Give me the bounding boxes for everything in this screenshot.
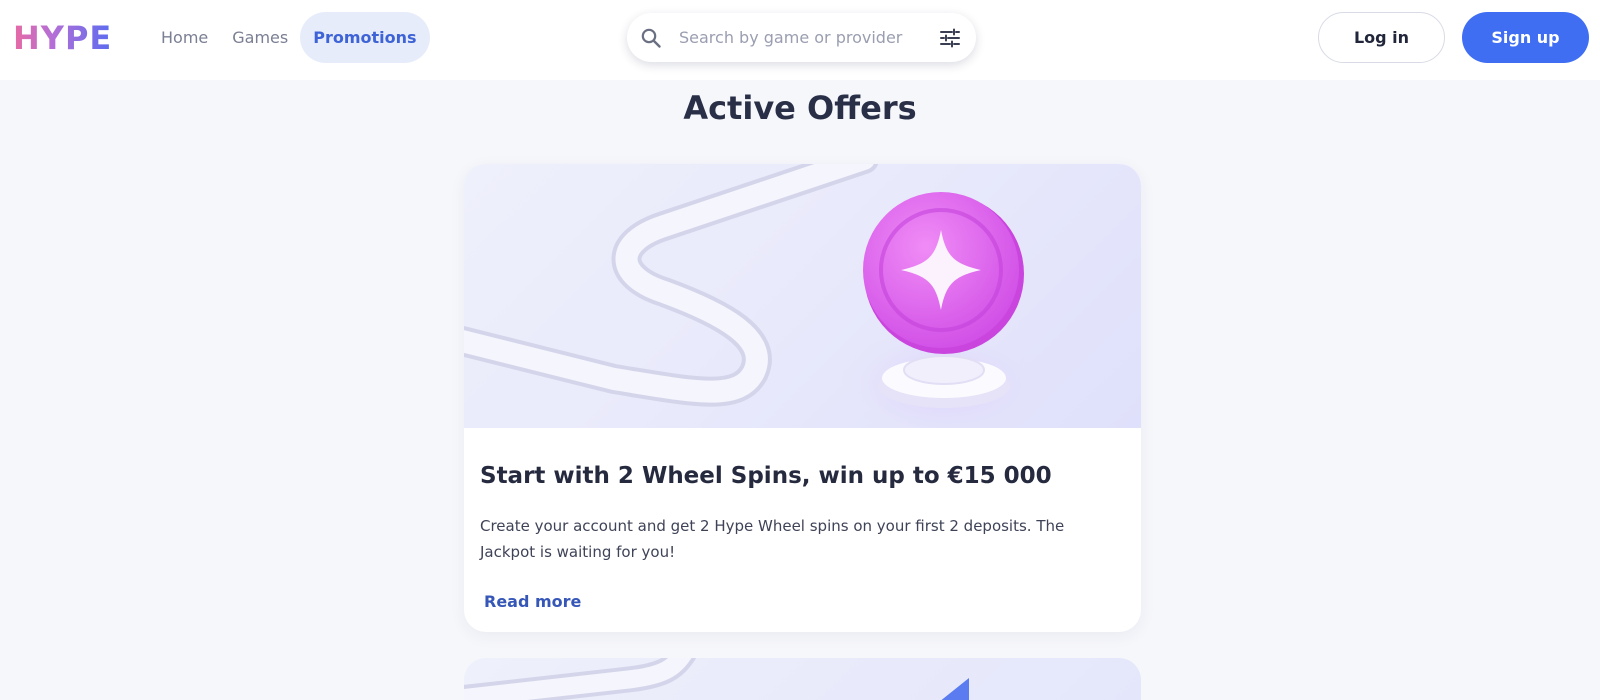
offer-banner-image xyxy=(464,164,1141,428)
offer-description: Create your account and get 2 Hype Wheel… xyxy=(480,517,1065,561)
offer-card[interactable]: Start with 2 Wheel Spins, win up to €15 … xyxy=(464,164,1141,632)
page-title: Active Offers xyxy=(683,89,917,127)
hype-logo[interactable]: HYPE xyxy=(13,20,112,56)
offer-card-next[interactable] xyxy=(464,658,1141,700)
track-illustration xyxy=(464,658,969,700)
read-more-link[interactable]: Read more xyxy=(484,590,581,614)
nav-games[interactable]: Games xyxy=(220,12,300,63)
track-illustration xyxy=(464,164,1054,428)
top-bar: HYPE Home Games Promotions Log in Sign u… xyxy=(0,0,1600,80)
main-nav: Home Games Promotions xyxy=(149,12,430,63)
arrow-shape xyxy=(941,678,969,700)
sliders-icon[interactable] xyxy=(938,26,962,50)
signup-button[interactable]: Sign up xyxy=(1462,12,1589,63)
login-button[interactable]: Log in xyxy=(1318,12,1445,63)
offer-title: Start with 2 Wheel Spins, win up to €15 … xyxy=(480,463,1052,489)
search-input[interactable] xyxy=(679,23,919,51)
nav-home[interactable]: Home xyxy=(149,12,220,63)
search-bar xyxy=(627,13,976,62)
nav-promotions[interactable]: Promotions xyxy=(300,12,430,63)
search-icon xyxy=(641,28,661,48)
